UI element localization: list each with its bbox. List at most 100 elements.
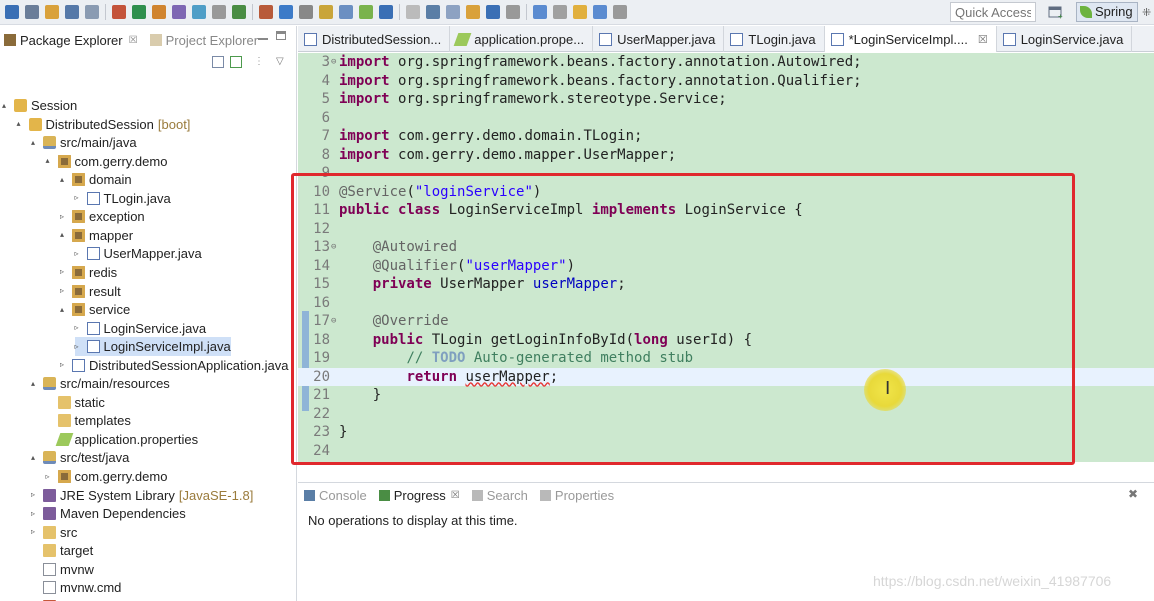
toolbar-button-icon[interactable]	[45, 5, 59, 19]
toolbar-button-icon[interactable]	[379, 5, 393, 19]
fold-toggle-icon[interactable]: ⊖	[331, 53, 336, 71]
tree-item[interactable]: ▹ LoginService.java	[75, 319, 207, 338]
tree-item[interactable]: ▴ com.gerry.demo	[46, 152, 168, 171]
tree-expander-icon[interactable]: ▹	[75, 342, 83, 351]
toolbar-button-icon[interactable]	[466, 5, 480, 19]
maximize-icon[interactable]	[276, 31, 286, 40]
tree-item[interactable]: ▹ redis	[60, 263, 117, 282]
remove-all-finished-icon[interactable]: ✖	[1128, 487, 1140, 501]
tree-item[interactable]: ▹ JRE System Library [JavaSE-1.8]	[31, 486, 253, 505]
toolbar-button-icon[interactable]	[299, 5, 313, 19]
tree-item[interactable]: ▴ service	[60, 300, 130, 319]
tree-item[interactable]: ▹ Maven Dependencies	[31, 504, 186, 523]
toolbar-button-icon[interactable]	[486, 5, 500, 19]
code-line[interactable]: 5 import org.springframework.stereotype.S…	[298, 90, 1154, 109]
tree-item[interactable]: ▹ UserMapper.java	[75, 244, 202, 263]
editor-tab[interactable]: LoginService.java	[997, 26, 1133, 52]
editor-tab[interactable]: DistributedSession...	[298, 26, 451, 52]
tree-expander-icon[interactable]: ▴	[31, 453, 39, 462]
code-line[interactable]: 4 import org.springframework.beans.factor…	[298, 72, 1154, 91]
code-line[interactable]: 6	[298, 109, 1154, 128]
toolbar-button-icon[interactable]	[319, 5, 333, 19]
tab-close-icon[interactable]: ☒	[129, 35, 138, 46]
tree-expander-icon[interactable]: ▴	[31, 379, 39, 388]
tree-expander-icon[interactable]	[46, 435, 54, 443]
tree-item[interactable]: templates	[46, 411, 131, 430]
toolbar-button-icon[interactable]	[172, 5, 186, 19]
tree-item[interactable]: ▴ DistributedSession [boot]	[17, 115, 191, 134]
code-line[interactable]: 8 import com.gerry.demo.mapper.UserMapper…	[298, 146, 1154, 165]
tree-expander-icon[interactable]: ▹	[60, 212, 68, 221]
bottom-tab[interactable]: Console	[298, 488, 373, 503]
close-tab-icon[interactable]: ☒	[978, 33, 988, 46]
collapse-all-icon[interactable]	[212, 56, 224, 68]
toolbar-button-icon[interactable]	[573, 5, 587, 19]
tree-expander-icon[interactable]: ▹	[31, 509, 39, 518]
tree-item[interactable]: ▹ LoginServiceImpl.java	[74, 337, 231, 357]
tree-expander-icon[interactable]: ▹	[46, 472, 54, 481]
tab-project-explorer[interactable]: Project Explorer	[146, 33, 258, 48]
toolbar-button-icon[interactable]	[85, 5, 99, 19]
bottom-tab[interactable]: Properties	[534, 488, 620, 503]
tree-expander-icon[interactable]: ▹	[31, 528, 39, 536]
tree-item[interactable]: pom.xml	[31, 597, 109, 601]
tree-expander-icon[interactable]: ▴	[2, 101, 10, 110]
code-line[interactable]: 3 ⊖ import org.springframework.beans.facto…	[298, 53, 1154, 72]
tree-expander-icon[interactable]: ▹	[31, 491, 39, 499]
tree-expander-icon[interactable]	[31, 547, 39, 555]
close-tab-icon[interactable]: ☒	[451, 490, 460, 501]
tree-item[interactable]: ▹ result	[60, 282, 121, 301]
tree-item[interactable]: ▴ mapper	[60, 226, 133, 245]
toolbar-button-icon[interactable]	[212, 5, 226, 19]
perspective-overflow-icon[interactable]: ⁜	[1142, 6, 1152, 19]
editor-tab[interactable]: UserMapper.java	[593, 26, 725, 52]
editor-tab[interactable]: application.prope...	[450, 26, 594, 52]
toolbar-button-icon[interactable]	[406, 5, 420, 19]
tree-item[interactable]: ▹ TLogin.java	[75, 189, 171, 208]
tree-expander-icon[interactable]: ▹	[75, 194, 83, 202]
tree-expander-icon[interactable]	[31, 584, 39, 592]
tree-item[interactable]: ▹ src	[31, 523, 77, 542]
tree-item[interactable]: ▴ Session	[2, 96, 77, 115]
tree-expander-icon[interactable]: ▹	[60, 287, 68, 295]
tree-expander-icon[interactable]: ▴	[60, 175, 68, 184]
toolbar-button-icon[interactable]	[132, 5, 146, 19]
toolbar-button-icon[interactable]	[446, 5, 460, 19]
tree-item[interactable]: application.properties	[46, 430, 198, 449]
tree-expander-icon[interactable]: ▴	[17, 120, 25, 128]
toolbar-button-icon[interactable]	[112, 5, 126, 19]
toolbar-button-icon[interactable]	[152, 5, 166, 19]
toolbar-button-icon[interactable]	[593, 5, 607, 19]
tree-expander-icon[interactable]: ▹	[75, 324, 83, 332]
toolbar-button-icon[interactable]	[339, 5, 353, 19]
tree-expander-icon[interactable]: ▹	[60, 268, 68, 276]
link-with-editor-icon[interactable]	[230, 56, 242, 68]
tree-item[interactable]: ▴ src/main/java	[31, 133, 137, 152]
toolbar-button-icon[interactable]	[65, 5, 79, 19]
toolbar-button-icon[interactable]	[259, 5, 273, 19]
spring-perspective-button[interactable]: Spring	[1076, 2, 1138, 22]
toolbar-button-icon[interactable]	[25, 5, 39, 19]
code-line[interactable]: 7 import com.gerry.demo.domain.TLogin;	[298, 127, 1154, 146]
bottom-tab[interactable]: Search	[466, 488, 534, 503]
toolbar-button-icon[interactable]	[359, 5, 373, 19]
toolbar-button-icon[interactable]	[506, 5, 520, 19]
tree-item[interactable]: mvnw.cmd	[31, 578, 121, 597]
tree-item[interactable]: static	[46, 393, 105, 412]
quick-access-input[interactable]	[950, 2, 1036, 22]
tree-expander-icon[interactable]	[46, 398, 54, 406]
editor-tab[interactable]: *LoginServiceImpl.... ☒	[824, 26, 997, 52]
toolbar-button-icon[interactable]	[279, 5, 293, 19]
bottom-tab[interactable]: Progress ☒	[373, 488, 466, 503]
tree-item[interactable]: ▴ src/test/java	[31, 448, 129, 467]
toolbar-button-icon[interactable]	[192, 5, 206, 19]
editor-tab[interactable]: TLogin.java	[724, 26, 825, 52]
view-menu-icon[interactable]: ▽	[276, 56, 288, 68]
toolbar-button-icon[interactable]	[553, 5, 567, 19]
tree-expander-icon[interactable]	[46, 417, 54, 425]
toolbar-button-icon[interactable]	[232, 5, 246, 19]
tree-item[interactable]: ▹ exception	[60, 207, 145, 226]
toolbar-button-icon[interactable]	[426, 5, 440, 19]
tree-expander-icon[interactable]: ▴	[46, 157, 54, 165]
tree-item[interactable]: target	[31, 541, 93, 560]
